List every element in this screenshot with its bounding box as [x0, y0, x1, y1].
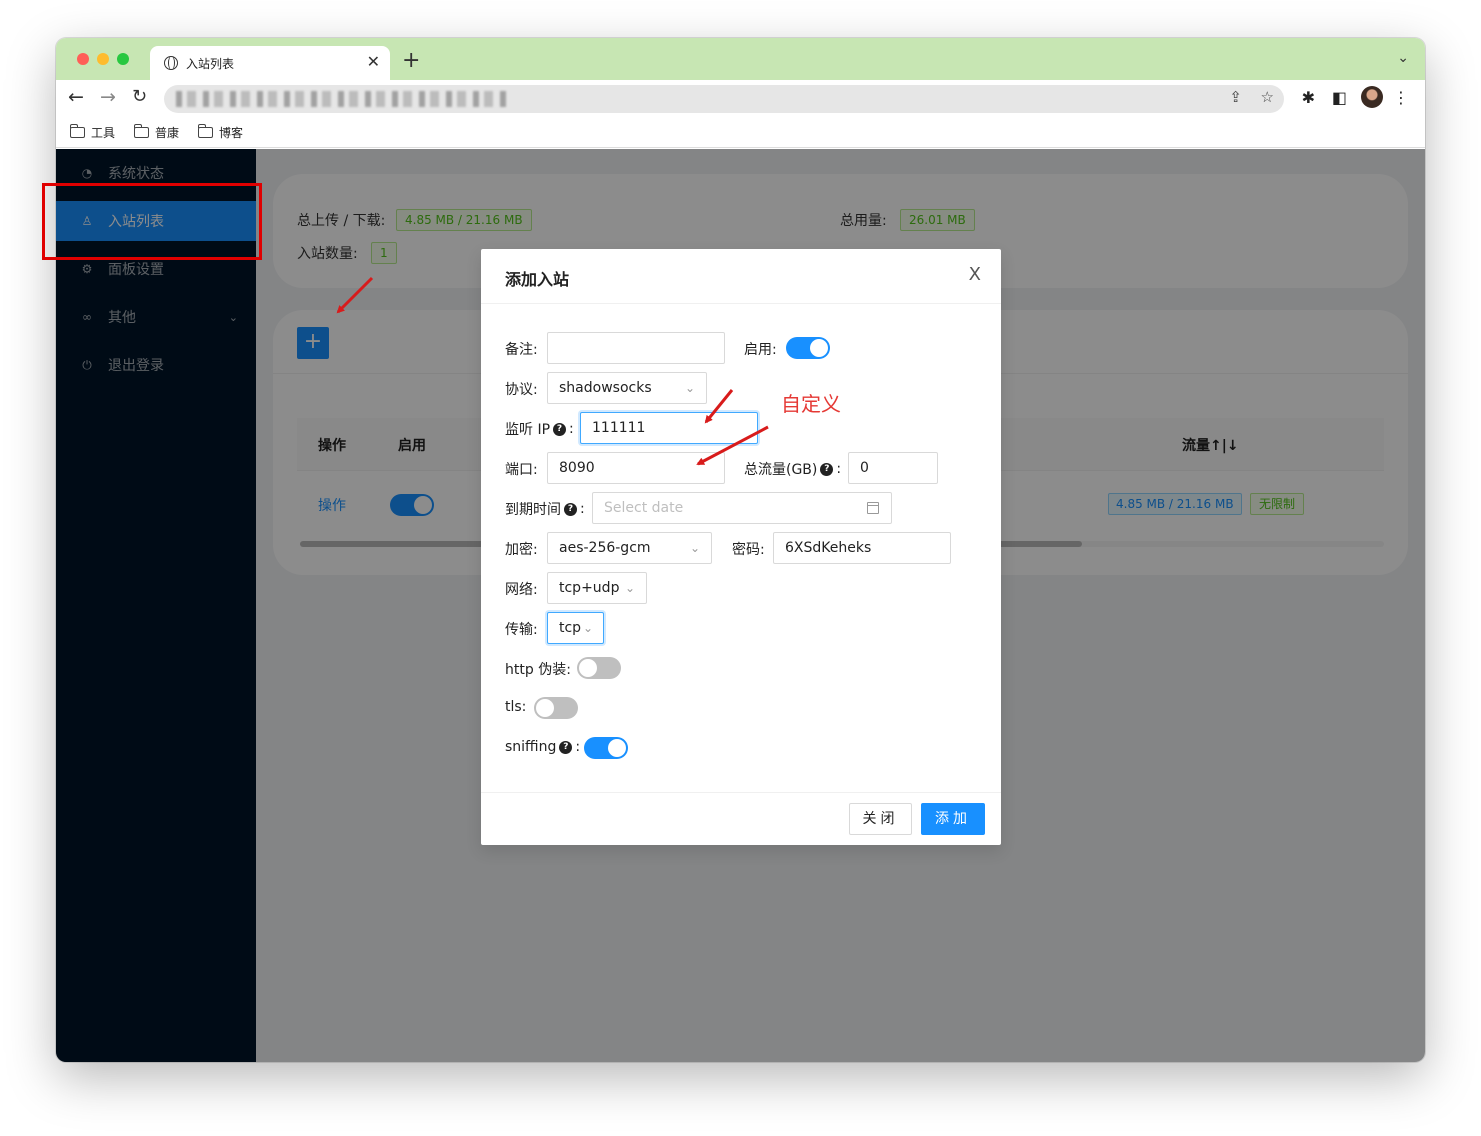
arrow-to-port [696, 425, 769, 466]
annotation-arrows [336, 276, 769, 466]
arrow-to-listen-ip [704, 389, 734, 424]
arrow-to-add-button [336, 276, 374, 314]
